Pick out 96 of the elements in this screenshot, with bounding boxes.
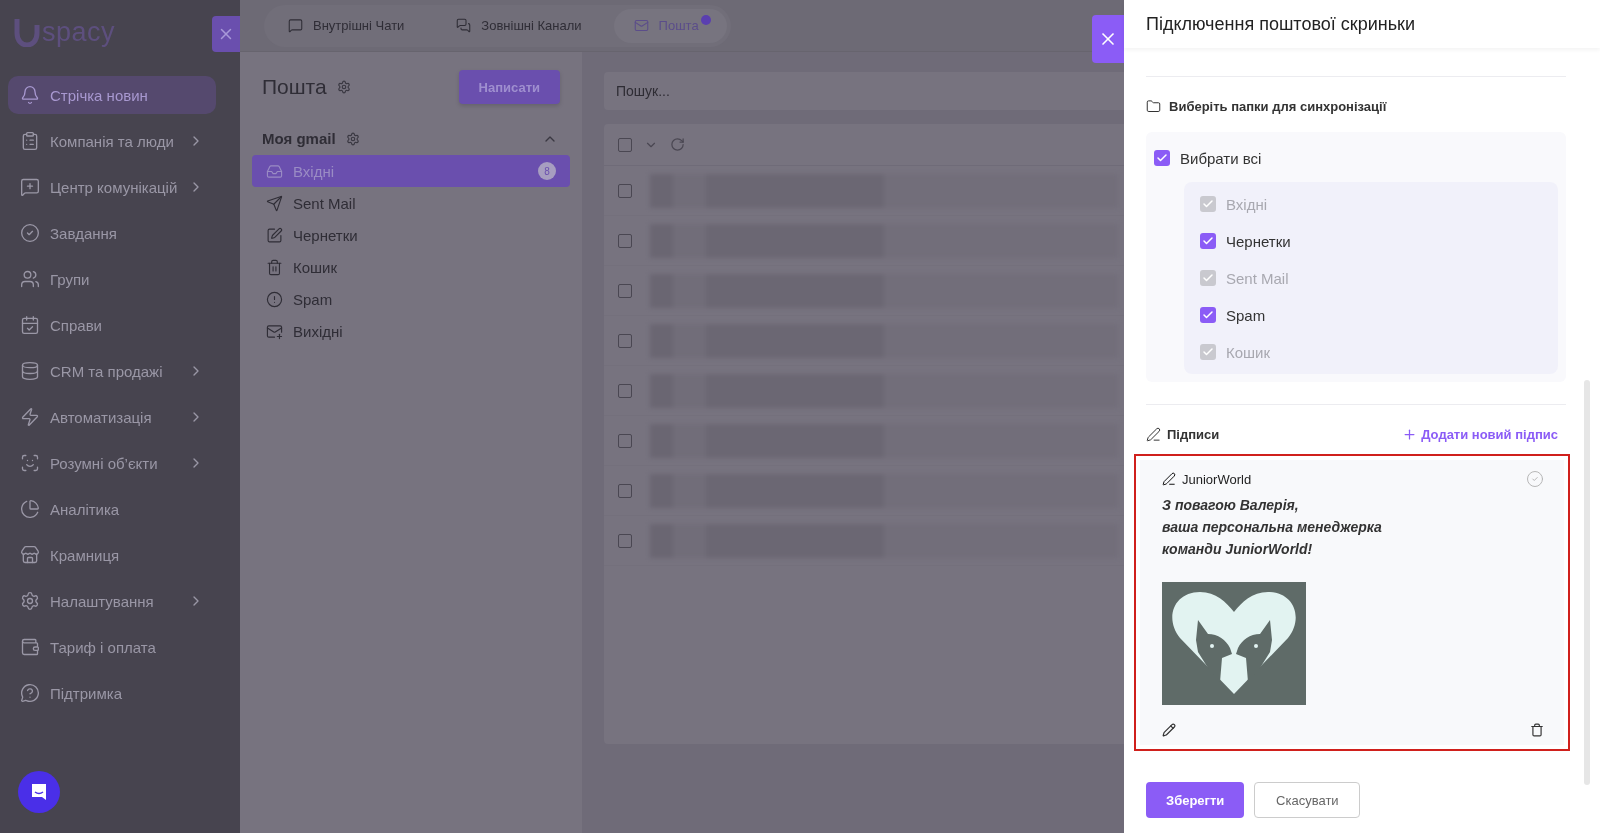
pen-icon [1146,427,1161,442]
sidebar-item[interactable]: Аналітика [8,490,216,528]
chat-edit-icon [20,177,40,197]
signature-name: JuniorWorld [1182,471,1252,487]
settings-icon[interactable] [336,80,351,94]
sidebar-item[interactable]: Налаштування [8,582,216,620]
folder-item[interactable]: Вихідні [252,315,570,347]
checkbox-label: Sent Mail [1226,269,1289,287]
panel-title: Пошта [262,75,327,99]
checkbox[interactable] [1200,233,1216,249]
top-tab[interactable]: Зовнішні Канали [436,8,610,43]
signature-text: З повагою Валерія, ваша персональна менеджерка команди JuniorWorld! [1162,496,1383,559]
sidebar-item[interactable]: Крамниця [8,536,216,574]
bell-icon [20,85,40,105]
checkbox[interactable] [618,383,632,398]
inbox-icon [266,162,283,180]
check-icon [1156,152,1168,164]
check-circle-icon[interactable] [1526,470,1544,488]
search-field[interactable]: Пошук... [604,72,1124,110]
check-icon [1202,272,1214,284]
checkbox[interactable] [618,433,632,448]
checkbox-label: Spam [1226,306,1266,324]
sidebar-item[interactable]: Справи [8,306,216,344]
sidebar-item[interactable]: Автоматизація [8,398,216,436]
users-icon [20,269,40,289]
folder-item[interactable]: Кошик [252,251,570,283]
edit-icon[interactable] [1162,723,1176,737]
sidebar-item[interactable]: Центр комунікацій [8,168,216,206]
checkbox[interactable] [618,283,632,298]
checkbox[interactable] [618,533,632,548]
sidebar-item[interactable]: Компанія та люди [8,122,216,160]
checkbox[interactable] [618,183,632,198]
chat-bubble-icon [288,18,303,33]
chart-icon [20,499,40,519]
checkbox-label: Вибрати всі [1180,149,1262,167]
send-icon [266,194,283,212]
clipboard-icon [20,131,40,151]
folder-item[interactable]: Sent Mail [252,187,570,219]
checkbox-label: Кошик [1226,343,1271,361]
pen-icon [1162,472,1176,486]
close-button[interactable] [212,16,240,52]
save-button[interactable]: Зберегти [1146,782,1245,818]
checkbox-label: Вхідні [1226,195,1268,213]
cancel-button[interactable]: Скасувати [1254,782,1361,818]
folder-item[interactable]: Spam [252,283,570,315]
add-signature-link[interactable]: Додати новий підпис [1402,427,1558,442]
trash-icon [266,258,283,276]
check-icon [1202,235,1214,247]
checkbox[interactable] [1154,150,1170,166]
scan-icon [20,453,40,473]
close-button[interactable] [1092,15,1124,63]
checkbox[interactable] [618,137,632,152]
count-badge: 8 [538,162,556,180]
alert-icon [266,290,283,308]
drawer-title: Підключення поштової скриньки [1146,13,1415,35]
wallet-icon [20,637,40,657]
sidebar-item[interactable]: Підтримка [8,674,216,712]
plus-icon [1402,427,1418,442]
calendar-icon [20,315,40,335]
account-name: Моя gmail [262,130,336,147]
trash-icon[interactable] [1530,723,1544,737]
section-label: Виберіть папки для синхронізації [1169,99,1387,114]
sidebar-item[interactable]: Розумні об’єкти [8,444,216,482]
logo-mark-icon [14,17,40,47]
sidebar-item[interactable]: Тариф і оплата [8,628,216,666]
sidebar-item[interactable]: Групи [8,260,216,298]
compose-button[interactable]: Написати [458,70,560,104]
checkbox[interactable] [1200,307,1216,323]
check-icon [1202,346,1214,358]
folder-icon [1146,99,1161,114]
checkbox[interactable] [618,333,632,348]
refresh-icon[interactable] [670,137,685,152]
sidebar-item[interactable]: Завдання [8,214,216,252]
sidebar-item[interactable]: CRM та продажі [8,352,216,390]
section-label: Підписи [1167,427,1220,442]
store-icon [20,545,40,565]
chat-bubbles-icon [456,18,472,33]
check-icon [1202,198,1214,210]
check-circle-icon [20,223,40,243]
lightning-icon [20,407,40,427]
checkbox-label: Чернетки [1226,232,1291,250]
chat-launcher-button[interactable] [18,771,60,813]
edit-icon [266,226,283,244]
chat-icon [29,782,49,802]
notification-dot [700,14,711,25]
help-chat-icon [20,683,40,703]
sidebar-item[interactable]: Стрічка новин [8,76,216,114]
settings-icon[interactable] [345,131,360,146]
checkbox[interactable] [618,233,632,248]
settings-icon [20,591,40,611]
folder-item[interactable]: Чернетки [252,219,570,251]
folder-item[interactable]: Вхідні 8 [252,155,570,187]
check-icon [1202,309,1214,321]
checkbox[interactable] [618,483,632,498]
top-tab[interactable]: Внутрішні Чати [268,8,433,43]
envelope-icon [633,18,649,33]
